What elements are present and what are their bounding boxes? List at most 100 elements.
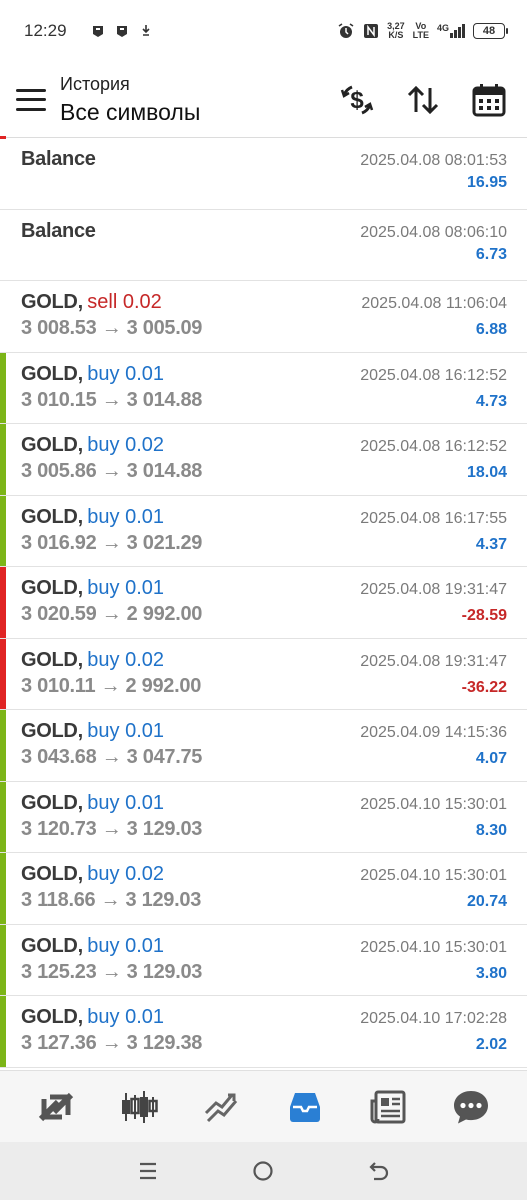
deal-type: sell 0.02 <box>87 291 162 313</box>
deal-date: 2025.04.08 08:01:53 <box>360 152 507 169</box>
nav-trade[interactable] <box>197 1082 247 1132</box>
deal-date: 2025.04.08 08:06:10 <box>360 223 507 241</box>
deal-row[interactable]: GOLD, buy 0.01 2025.04.08 16:12:52 3 010.1… <box>0 352 527 424</box>
deal-row[interactable]: GOLD, buy 0.02 2025.04.08 19:31:47 3 010.1… <box>0 638 527 710</box>
deal-row[interactable]: GOLD, buy 0.01 2025.04.08 19:31:47 3 020.5… <box>0 567 527 639</box>
notification-icon-2 <box>116 26 127 37</box>
deal-profit: -36.22 <box>461 678 507 696</box>
deal-status-bar <box>0 781 6 852</box>
deal-profit: 4.07 <box>475 750 507 767</box>
network-speed: 3,27 K/S <box>387 21 405 40</box>
system-navigation <box>0 1142 527 1200</box>
deal-symbol: Balance <box>21 148 96 170</box>
deal-status-bar <box>0 210 6 281</box>
deal-status-bar <box>0 424 6 495</box>
deal-row[interactable]: GOLD, buy 0.01 2025.04.10 17:02:28 3 127.3… <box>0 996 527 1068</box>
deal-type: buy 0.02 <box>87 648 165 671</box>
history-icon <box>290 1092 321 1122</box>
deal-prices: 3 125.23 → 3 129.03 <box>21 960 203 983</box>
nav-chart[interactable] <box>114 1082 164 1132</box>
download-icon <box>141 25 150 36</box>
deal-date: 2025.04.08 16:17:55 <box>360 509 507 527</box>
deal-symbol: GOLD <box>21 863 78 885</box>
bottom-navigation <box>0 1070 527 1142</box>
deal-profit: 6.88 <box>475 321 507 338</box>
deal-profit: 8.30 <box>475 821 507 839</box>
deal-prices: 3 120.73 → 3 129.03 <box>21 817 203 840</box>
deal-row[interactable]: GOLD, buy 0.01 2025.04.08 16:17:55 3 016.9… <box>0 495 527 567</box>
deal-profit: 18.04 <box>466 464 507 481</box>
chart-icon <box>121 1090 158 1123</box>
calendar-button[interactable] <box>469 80 509 120</box>
deal-symbol: GOLD <box>21 362 78 385</box>
deal-symbol: Balance <box>21 219 96 242</box>
deal-prices: 3 008.53 → 3 005.09 <box>21 317 203 339</box>
sort-arrows-icon <box>407 85 439 114</box>
deal-status-bar <box>0 495 6 566</box>
sort-button[interactable] <box>403 80 443 120</box>
deal-status-bar <box>0 567 6 638</box>
back-button[interactable] <box>359 1151 399 1191</box>
deal-row[interactable]: GOLD, buy 0.02 2025.04.10 15:30:01 3 118.6… <box>0 853 527 925</box>
deal-profit: -28.59 <box>461 607 507 624</box>
deal-status-bar <box>0 352 6 423</box>
deal-profit: 16.95 <box>466 174 507 191</box>
deal-type: buy 0.01 <box>87 505 165 528</box>
deal-profit: 3.80 <box>475 964 507 982</box>
deal-profit: 4.73 <box>475 392 507 410</box>
alarm-icon <box>338 23 354 38</box>
deal-symbol: GOLD <box>21 505 78 528</box>
news-icon <box>370 1090 406 1123</box>
deal-type: buy 0.01 <box>87 1006 165 1028</box>
deal-prices: 3 010.15 → 3 014.88 <box>21 388 203 411</box>
nav-quotes[interactable] <box>31 1082 81 1132</box>
nav-chat[interactable] <box>446 1082 496 1132</box>
deal-date: 2025.04.08 16:12:52 <box>360 366 507 384</box>
header-titles: История Все символы <box>60 74 200 126</box>
deal-status-bar <box>0 138 6 209</box>
recent-apps-button[interactable] <box>128 1151 168 1191</box>
deal-date: 2025.04.08 19:31:47 <box>360 652 507 670</box>
deal-symbol: GOLD <box>21 934 78 957</box>
notification-icon <box>92 26 103 37</box>
deposit-filter-button[interactable]: $ <box>337 80 377 120</box>
deal-row[interactable]: Balance 2025.04.08 08:06:10 6.73 <box>0 210 527 281</box>
menu-icon <box>139 1162 156 1180</box>
back-icon <box>369 1162 389 1181</box>
deal-date: 2025.04.10 17:02:28 <box>360 1010 507 1027</box>
svg-text:$: $ <box>350 87 364 114</box>
deal-prices: 3 043.68 → 3 047.75 <box>21 746 203 768</box>
deal-prices: 3 127.36 → 3 129.38 <box>21 1032 203 1054</box>
deal-prices: 3 118.66 → 3 129.03 <box>21 889 202 911</box>
deal-row[interactable]: Balance 2025.04.08 08:01:53 16.95 <box>0 138 527 210</box>
nav-news[interactable] <box>363 1082 413 1132</box>
deal-profit: 2.02 <box>475 1036 507 1053</box>
deal-row[interactable]: GOLD, buy 0.01 2025.04.09 14:15:36 3 043.6… <box>0 710 527 782</box>
deal-symbol: GOLD <box>21 648 78 671</box>
deal-row[interactable]: GOLD, sell 0.02 2025.04.08 11:06:04 3 008.… <box>0 281 527 353</box>
deal-symbol: GOLD <box>21 577 78 599</box>
deal-row[interactable]: GOLD, buy 0.02 2025.04.08 16:12:52 3 005.8… <box>0 424 527 496</box>
deal-prices: 3 005.86 → 3 014.88 <box>21 460 203 482</box>
deal-status-bar <box>0 924 6 995</box>
deal-status-bar <box>0 996 6 1067</box>
deal-prices: 3 010.11 → 2 992.00 <box>21 674 202 697</box>
status-bar: 12:29 3,27 K/S Vo LTE 4G 48 <box>0 0 527 62</box>
deal-type: buy 0.01 <box>87 362 165 385</box>
deal-row[interactable]: GOLD, buy 0.01 2025.04.10 15:30:01 3 125.2… <box>0 924 527 996</box>
deal-status-bar <box>0 853 6 924</box>
deal-type: buy 0.01 <box>87 934 165 957</box>
nfc-icon <box>364 24 379 38</box>
deal-type: buy 0.01 <box>87 577 165 599</box>
deal-row[interactable]: GOLD, buy 0.01 2025.04.10 15:30:01 3 120.7… <box>0 781 527 853</box>
page-title[interactable]: Все символы <box>60 99 200 126</box>
deal-date: 2025.04.10 15:30:01 <box>360 867 507 884</box>
hamburger-menu-icon[interactable] <box>16 88 46 111</box>
status-time: 12:29 <box>24 21 67 40</box>
quotes-icon <box>38 1092 73 1121</box>
deal-type: buy 0.01 <box>87 720 165 742</box>
volte-indicator: Vo LTE <box>412 21 429 40</box>
home-button[interactable] <box>243 1151 283 1191</box>
battery-icon: 48 <box>473 23 508 39</box>
nav-history[interactable] <box>280 1082 330 1132</box>
